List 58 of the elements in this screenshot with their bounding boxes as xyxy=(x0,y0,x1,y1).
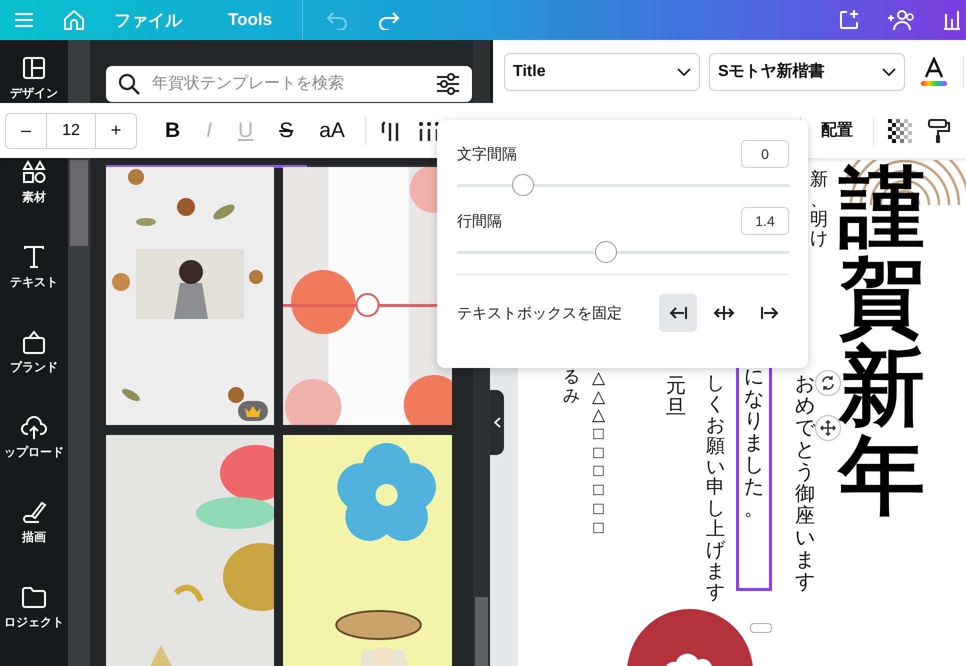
slider-thumb[interactable] xyxy=(512,174,534,196)
vertical-text[interactable]: 新、明け xyxy=(810,170,828,250)
value-field[interactable]: 0 xyxy=(741,140,789,168)
cloud-upload-icon[interactable] xyxy=(20,413,48,441)
filter-icon[interactable] xyxy=(436,73,460,95)
list-icon[interactable] xyxy=(418,120,440,142)
shapes-icon[interactable] xyxy=(20,158,48,186)
bold-button[interactable]: B xyxy=(159,114,186,146)
style-dropdown[interactable]: Title xyxy=(504,52,700,90)
redo-icon[interactable] xyxy=(377,10,402,30)
sidebar-item[interactable]: 描画 xyxy=(22,529,46,546)
font-size-field[interactable]: 12 xyxy=(47,112,95,148)
value-field[interactable]: 1.4 xyxy=(741,207,789,235)
decrease-button[interactable]: – xyxy=(5,112,47,148)
rotate-icon xyxy=(820,375,836,391)
vertical-text[interactable]: おめでとう御座います xyxy=(795,373,815,593)
chevron-down-icon xyxy=(677,68,691,76)
anchor-left-button[interactable] xyxy=(659,294,697,332)
sidebar-item[interactable]: デザイン xyxy=(10,85,58,102)
sidebar-item[interactable]: ロジェクト xyxy=(4,614,64,631)
layout-icon[interactable] xyxy=(20,54,48,82)
text-color-icon[interactable] xyxy=(920,56,948,86)
add-people-icon[interactable] xyxy=(888,9,916,31)
setting-label: テキストボックスを固定 xyxy=(457,304,622,322)
sidebar-item[interactable]: テキスト xyxy=(10,274,58,291)
arrow-right-from-bar-icon xyxy=(759,304,781,322)
transparency-icon[interactable] xyxy=(888,118,912,142)
crown-icon xyxy=(244,404,262,418)
vertical-text[interactable]: るみ xyxy=(563,368,580,406)
move-icon xyxy=(820,420,836,436)
vertical-text[interactable]: しくお願い申し上げます xyxy=(706,374,725,604)
arrow-left-to-bar-icon xyxy=(667,304,689,322)
sidebar-item[interactable]: ブランド xyxy=(10,359,58,376)
vertical-text[interactable]: 元旦 xyxy=(666,375,686,419)
increase-button[interactable]: + xyxy=(95,112,137,148)
card-title[interactable]: 謹賀新年 xyxy=(839,163,925,521)
setting-label: 行間隔 xyxy=(457,212,502,230)
font-dropdown[interactable]: Sモトヤ新楷書 xyxy=(709,52,905,90)
arrange-button[interactable]: 配置 xyxy=(815,119,859,142)
search-field[interactable]: 年賀状テンプレートを検索 xyxy=(150,74,426,94)
chevron-down-icon xyxy=(882,68,896,76)
bar-chart-icon[interactable] xyxy=(944,10,960,30)
sidebar-item[interactable]: ップロード xyxy=(4,444,64,461)
collapse-tab[interactable] xyxy=(490,390,504,455)
chevron-left-icon xyxy=(494,417,500,428)
case-button[interactable]: aA xyxy=(313,114,351,146)
slider-thumb[interactable] xyxy=(595,241,618,263)
strike-button[interactable]: S xyxy=(273,114,300,146)
vertical-text[interactable]: △△△□□□□□□ xyxy=(590,369,607,538)
double-arrow-icon xyxy=(713,304,735,322)
scrollbar-thumb[interactable] xyxy=(70,160,88,246)
setting-label: 文字間隔 xyxy=(457,144,517,164)
resize-handle[interactable] xyxy=(750,623,772,633)
search-bar[interactable]: 年賀状テンプレートを検索 xyxy=(106,66,472,102)
search-icon xyxy=(118,73,140,95)
scrollbar-thumb[interactable] xyxy=(475,597,488,666)
sidebar-item[interactable]: 素材 xyxy=(22,189,46,206)
paint-roller-icon[interactable] xyxy=(928,118,950,144)
